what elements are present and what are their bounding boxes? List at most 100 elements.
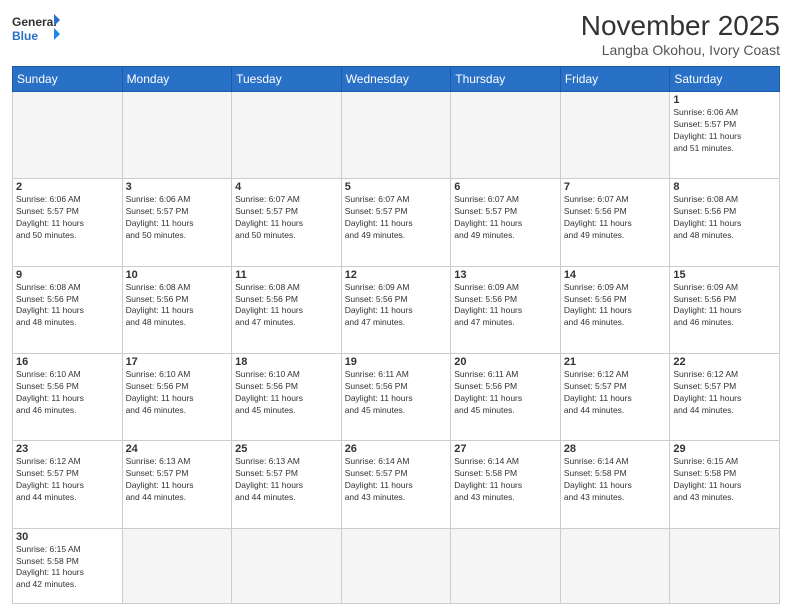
- day-info: Sunrise: 6:08 AMSunset: 5:56 PMDaylight:…: [235, 282, 338, 330]
- calendar-cell: 20Sunrise: 6:11 AMSunset: 5:56 PMDayligh…: [451, 353, 561, 440]
- day-number: 25: [235, 443, 338, 455]
- day-number: 16: [16, 356, 119, 368]
- calendar-cell: 4Sunrise: 6:07 AMSunset: 5:57 PMDaylight…: [232, 179, 342, 266]
- calendar-cell: 29Sunrise: 6:15 AMSunset: 5:58 PMDayligh…: [670, 441, 780, 528]
- calendar-cell: [122, 528, 232, 603]
- calendar-table: Sunday Monday Tuesday Wednesday Thursday…: [12, 66, 780, 604]
- calendar-cell: [670, 528, 780, 603]
- day-info: Sunrise: 6:07 AMSunset: 5:57 PMDaylight:…: [235, 194, 338, 242]
- day-info: Sunrise: 6:15 AMSunset: 5:58 PMDaylight:…: [16, 544, 119, 592]
- calendar-cell: 8Sunrise: 6:08 AMSunset: 5:56 PMDaylight…: [670, 179, 780, 266]
- day-number: 26: [345, 443, 448, 455]
- calendar-cell: 23Sunrise: 6:12 AMSunset: 5:57 PMDayligh…: [13, 441, 123, 528]
- calendar-cell: 18Sunrise: 6:10 AMSunset: 5:56 PMDayligh…: [232, 353, 342, 440]
- calendar-cell: 19Sunrise: 6:11 AMSunset: 5:56 PMDayligh…: [341, 353, 451, 440]
- col-monday: Monday: [122, 67, 232, 92]
- col-thursday: Thursday: [451, 67, 561, 92]
- calendar-cell: [341, 92, 451, 179]
- col-wednesday: Wednesday: [341, 67, 451, 92]
- day-info: Sunrise: 6:12 AMSunset: 5:57 PMDaylight:…: [16, 456, 119, 504]
- day-info: Sunrise: 6:13 AMSunset: 5:57 PMDaylight:…: [235, 456, 338, 504]
- day-info: Sunrise: 6:06 AMSunset: 5:57 PMDaylight:…: [16, 194, 119, 242]
- calendar-cell: 1Sunrise: 6:06 AMSunset: 5:57 PMDaylight…: [670, 92, 780, 179]
- calendar-cell: 6Sunrise: 6:07 AMSunset: 5:57 PMDaylight…: [451, 179, 561, 266]
- day-info: Sunrise: 6:09 AMSunset: 5:56 PMDaylight:…: [673, 282, 776, 330]
- day-number: 20: [454, 356, 557, 368]
- calendar-cell: 7Sunrise: 6:07 AMSunset: 5:56 PMDaylight…: [560, 179, 670, 266]
- day-info: Sunrise: 6:14 AMSunset: 5:58 PMDaylight:…: [564, 456, 667, 504]
- calendar-cell: 2Sunrise: 6:06 AMSunset: 5:57 PMDaylight…: [13, 179, 123, 266]
- day-number: 3: [126, 181, 229, 193]
- day-number: 2: [16, 181, 119, 193]
- day-number: 8: [673, 181, 776, 193]
- header: General Blue November 2025 Langba Okohou…: [12, 10, 780, 58]
- col-friday: Friday: [560, 67, 670, 92]
- day-info: Sunrise: 6:15 AMSunset: 5:58 PMDaylight:…: [673, 456, 776, 504]
- day-info: Sunrise: 6:10 AMSunset: 5:56 PMDaylight:…: [16, 369, 119, 417]
- calendar-cell: [560, 528, 670, 603]
- calendar-cell: [560, 92, 670, 179]
- calendar-cell: 14Sunrise: 6:09 AMSunset: 5:56 PMDayligh…: [560, 266, 670, 353]
- calendar-cell: 5Sunrise: 6:07 AMSunset: 5:57 PMDaylight…: [341, 179, 451, 266]
- day-number: 22: [673, 356, 776, 368]
- day-number: 6: [454, 181, 557, 193]
- logo-svg: General Blue: [12, 10, 60, 54]
- calendar-cell: 10Sunrise: 6:08 AMSunset: 5:56 PMDayligh…: [122, 266, 232, 353]
- day-number: 5: [345, 181, 448, 193]
- calendar-cell: 30Sunrise: 6:15 AMSunset: 5:58 PMDayligh…: [13, 528, 123, 603]
- month-year-title: November 2025: [581, 10, 780, 42]
- calendar-cell: [232, 528, 342, 603]
- calendar-cell: 15Sunrise: 6:09 AMSunset: 5:56 PMDayligh…: [670, 266, 780, 353]
- day-number: 12: [345, 269, 448, 281]
- day-info: Sunrise: 6:09 AMSunset: 5:56 PMDaylight:…: [564, 282, 667, 330]
- day-number: 11: [235, 269, 338, 281]
- calendar-cell: 12Sunrise: 6:09 AMSunset: 5:56 PMDayligh…: [341, 266, 451, 353]
- day-number: 13: [454, 269, 557, 281]
- calendar-cell: [13, 92, 123, 179]
- calendar-cell: 9Sunrise: 6:08 AMSunset: 5:56 PMDaylight…: [13, 266, 123, 353]
- day-number: 19: [345, 356, 448, 368]
- calendar-cell: 22Sunrise: 6:12 AMSunset: 5:57 PMDayligh…: [670, 353, 780, 440]
- calendar-cell: 26Sunrise: 6:14 AMSunset: 5:57 PMDayligh…: [341, 441, 451, 528]
- calendar-cell: [341, 528, 451, 603]
- calendar-cell: [451, 528, 561, 603]
- calendar-cell: [451, 92, 561, 179]
- calendar-cell: 24Sunrise: 6:13 AMSunset: 5:57 PMDayligh…: [122, 441, 232, 528]
- day-info: Sunrise: 6:11 AMSunset: 5:56 PMDaylight:…: [454, 369, 557, 417]
- calendar-cell: 3Sunrise: 6:06 AMSunset: 5:57 PMDaylight…: [122, 179, 232, 266]
- day-info: Sunrise: 6:10 AMSunset: 5:56 PMDaylight:…: [235, 369, 338, 417]
- day-info: Sunrise: 6:08 AMSunset: 5:56 PMDaylight:…: [673, 194, 776, 242]
- day-number: 23: [16, 443, 119, 455]
- day-info: Sunrise: 6:12 AMSunset: 5:57 PMDaylight:…: [673, 369, 776, 417]
- calendar-cell: 21Sunrise: 6:12 AMSunset: 5:57 PMDayligh…: [560, 353, 670, 440]
- day-info: Sunrise: 6:10 AMSunset: 5:56 PMDaylight:…: [126, 369, 229, 417]
- day-info: Sunrise: 6:14 AMSunset: 5:57 PMDaylight:…: [345, 456, 448, 504]
- calendar-cell: 13Sunrise: 6:09 AMSunset: 5:56 PMDayligh…: [451, 266, 561, 353]
- day-number: 24: [126, 443, 229, 455]
- day-info: Sunrise: 6:08 AMSunset: 5:56 PMDaylight:…: [16, 282, 119, 330]
- day-number: 14: [564, 269, 667, 281]
- svg-text:General: General: [12, 15, 57, 29]
- day-info: Sunrise: 6:06 AMSunset: 5:57 PMDaylight:…: [126, 194, 229, 242]
- day-info: Sunrise: 6:11 AMSunset: 5:56 PMDaylight:…: [345, 369, 448, 417]
- calendar-header-row: Sunday Monday Tuesday Wednesday Thursday…: [13, 67, 780, 92]
- day-info: Sunrise: 6:09 AMSunset: 5:56 PMDaylight:…: [454, 282, 557, 330]
- col-saturday: Saturday: [670, 67, 780, 92]
- day-info: Sunrise: 6:07 AMSunset: 5:57 PMDaylight:…: [454, 194, 557, 242]
- calendar-cell: 27Sunrise: 6:14 AMSunset: 5:58 PMDayligh…: [451, 441, 561, 528]
- day-info: Sunrise: 6:12 AMSunset: 5:57 PMDaylight:…: [564, 369, 667, 417]
- day-info: Sunrise: 6:09 AMSunset: 5:56 PMDaylight:…: [345, 282, 448, 330]
- day-number: 27: [454, 443, 557, 455]
- calendar-cell: [122, 92, 232, 179]
- day-info: Sunrise: 6:13 AMSunset: 5:57 PMDaylight:…: [126, 456, 229, 504]
- day-info: Sunrise: 6:14 AMSunset: 5:58 PMDaylight:…: [454, 456, 557, 504]
- title-section: November 2025 Langba Okohou, Ivory Coast: [581, 10, 780, 58]
- location-subtitle: Langba Okohou, Ivory Coast: [581, 42, 780, 58]
- day-number: 21: [564, 356, 667, 368]
- day-number: 17: [126, 356, 229, 368]
- day-number: 30: [16, 531, 119, 543]
- day-info: Sunrise: 6:07 AMSunset: 5:56 PMDaylight:…: [564, 194, 667, 242]
- day-number: 18: [235, 356, 338, 368]
- day-info: Sunrise: 6:07 AMSunset: 5:57 PMDaylight:…: [345, 194, 448, 242]
- col-sunday: Sunday: [13, 67, 123, 92]
